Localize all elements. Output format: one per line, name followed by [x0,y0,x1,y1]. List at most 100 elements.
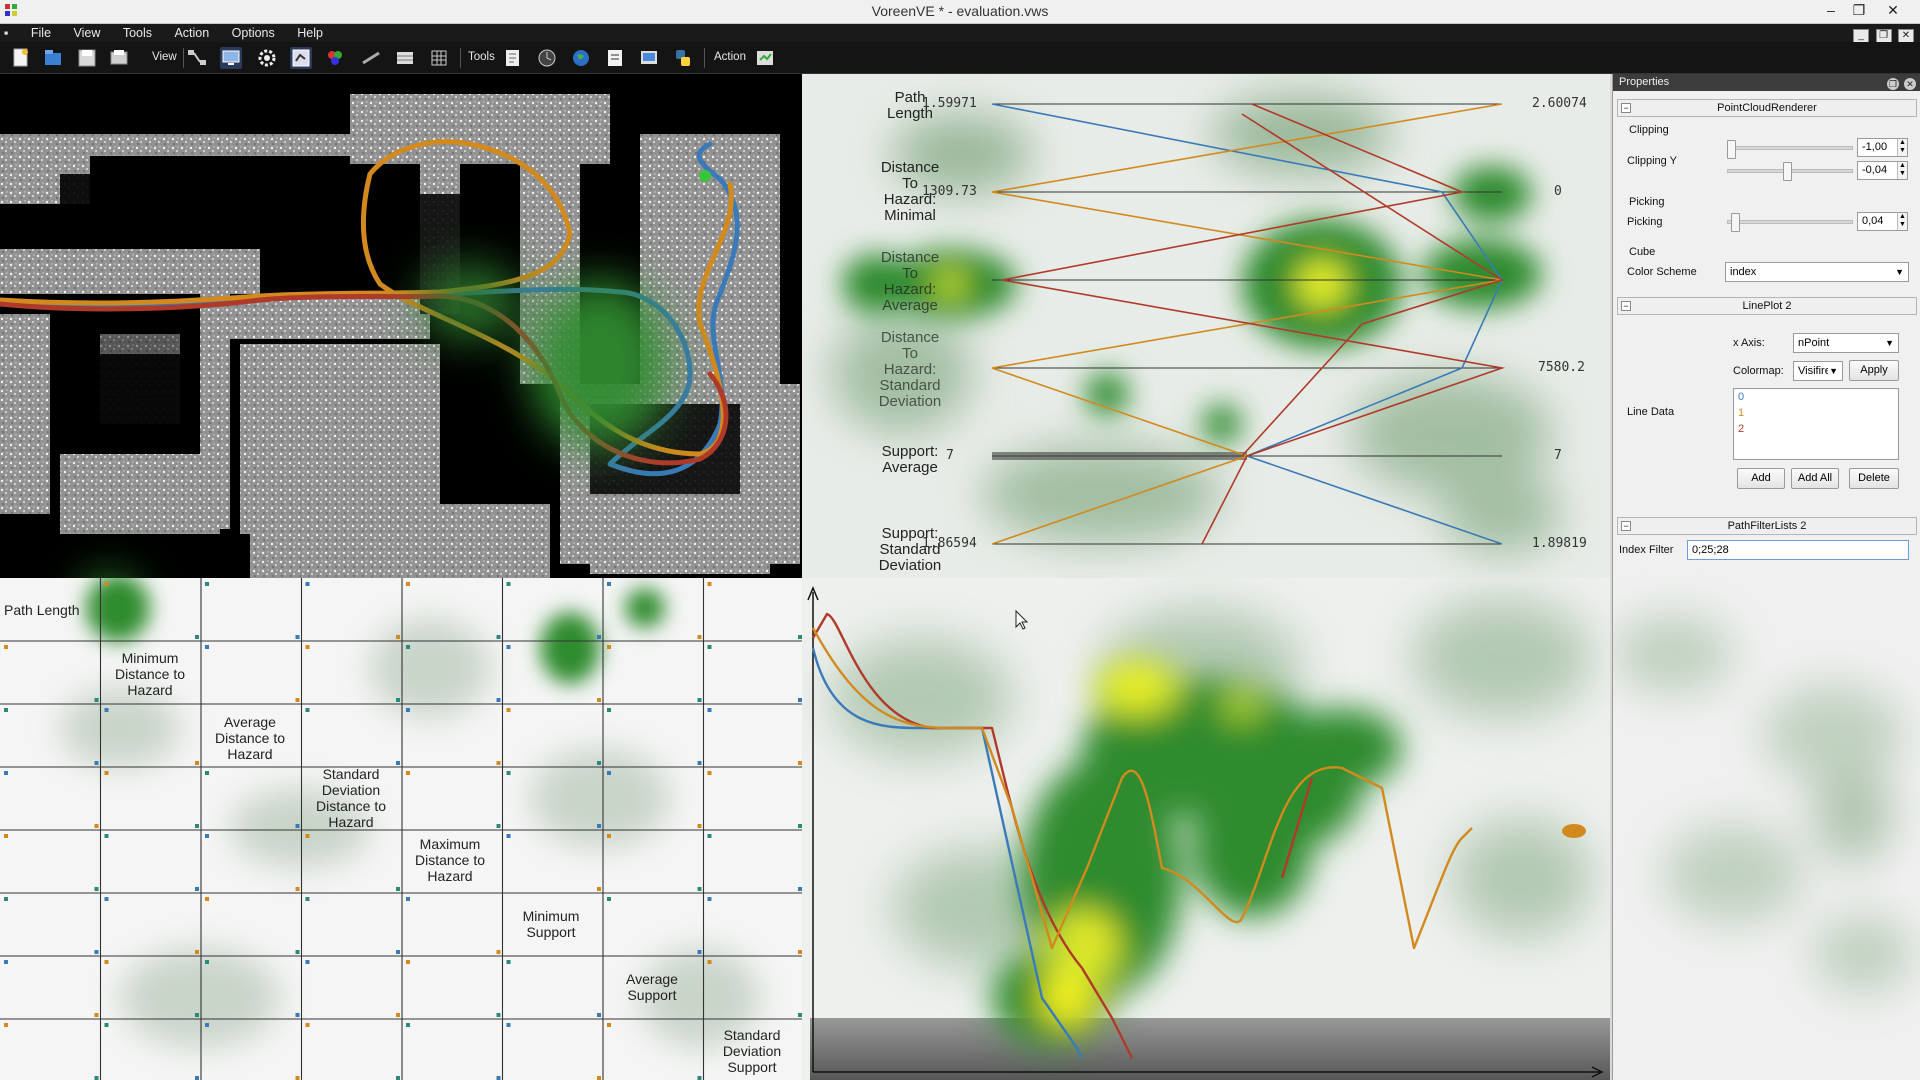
sm-point [295,887,300,891]
collapse-icon[interactable]: − [1621,103,1631,113]
new-workspace-icon[interactable] [10,47,32,69]
sm-label-min-support: Minimum Support [522,908,580,940]
sm-point [697,698,702,702]
pointcloud-view[interactable] [0,74,802,578]
line-data-label: Line Data [1627,406,1675,418]
pc-max-distance-stddev: 7580.2 [1538,360,1585,375]
sm-point [4,834,8,838]
sm-point [396,761,400,765]
collapse-icon[interactable]: − [1621,521,1631,531]
snapshot-icon[interactable] [604,47,626,69]
line-data-item[interactable]: 2 [1734,421,1898,437]
sm-point [607,834,611,838]
network-editor-icon[interactable] [186,47,208,69]
lineplot-section[interactable]: − LinePlot 2 [1617,297,1917,315]
sm-point [104,834,109,838]
picking-label: Picking [1627,216,1663,228]
properties-icon[interactable] [394,47,416,69]
remote-control-icon[interactable] [638,47,660,69]
lineplot-view[interactable] [802,578,1610,1080]
menu-help[interactable]: Help [288,24,332,42]
sm-point [396,635,400,639]
sm-point [707,708,712,712]
line-data-item[interactable]: 1 [1734,405,1898,421]
pc-min-distance-minimal: 1309.73 [922,184,977,199]
sm-point [205,897,209,901]
undock-icon[interactable]: ❐ [1886,78,1899,90]
canvas-icon[interactable] [220,47,242,69]
sm-point [506,582,511,586]
render-target-icon[interactable] [324,47,346,69]
sm-point [406,960,410,964]
grid-icon[interactable] [428,47,450,69]
globe-icon[interactable] [570,47,592,69]
clipping-y-max-spinbox[interactable]: -0,04 ▲ ▼ [1857,161,1908,180]
save-as-icon[interactable] [108,47,130,69]
sm-point [597,761,601,765]
sm-point [697,1076,702,1080]
sm-point [94,761,99,765]
colormap-select[interactable]: Visifire ▼ [1793,361,1843,381]
clipping-y-min-spinbox[interactable]: -1,00 ▲ ▼ [1857,138,1908,157]
processors-icon[interactable] [290,47,312,69]
close-panel-icon[interactable]: ✕ [1904,78,1916,90]
colormap-label: Colormap: [1733,365,1784,377]
open-workspace-icon[interactable] [42,47,64,69]
menu-options[interactable]: Options [223,24,284,42]
menu-app-icon[interactable]: ▪ [0,24,17,42]
scatterplot-matrix-view[interactable]: Path Length Minimum Distance to Hazard A… [0,578,802,1080]
python-icon[interactable] [672,47,694,69]
line-data-list[interactable]: 0 1 2 [1733,388,1899,460]
clipping-y-min-slider[interactable] [1727,146,1853,150]
index-filter-label: Index Filter [1619,544,1674,556]
index-filter-input[interactable]: 0;25;28 [1687,540,1909,560]
settings-icon[interactable] [256,47,278,69]
properties-header: Properties ❐ ✕ [1613,74,1920,91]
line-data-item[interactable]: 0 [1734,389,1898,405]
sm-point [496,950,501,954]
sm-point [506,834,511,838]
apply-button[interactable]: Apply [1849,360,1899,381]
parallel-coordinates-view[interactable]: Path Length Distance To Hazard: Minimal … [802,74,1610,578]
sm-point [396,1013,400,1017]
sm-point [597,698,601,702]
picking-thumb[interactable] [1731,213,1740,232]
pointcloudrenderer-section[interactable]: − PointCloudRenderer [1617,99,1917,117]
section-title: PointCloudRenderer [1717,102,1817,114]
sm-point [406,645,410,649]
script-icon[interactable] [502,47,524,69]
delete-button[interactable]: Delete [1849,468,1899,489]
clipping-y-max-thumb[interactable] [1783,162,1792,181]
picking-spinbox[interactable]: 0,04 ▲ ▼ [1857,212,1908,231]
add-button[interactable]: Add [1737,468,1785,489]
sm-point [607,771,611,775]
restore-button[interactable]: ❐ [1846,0,1872,22]
add-all-button[interactable]: Add All [1791,468,1839,489]
menu-tools[interactable]: Tools [114,24,161,42]
animation-icon[interactable] [536,47,558,69]
color-scheme-select[interactable]: index ▼ [1725,262,1909,282]
pathfilterlists-section[interactable]: − PathFilterLists 2 [1617,517,1917,535]
minimize-button[interactable]: – [1818,0,1844,22]
menu-view[interactable]: View [65,24,110,42]
mouse-cursor-icon [1015,609,1029,630]
picking-slider[interactable] [1727,220,1853,224]
menu-file[interactable]: File [22,24,60,42]
sm-point [4,1023,8,1027]
collapse-icon[interactable]: − [1621,301,1631,311]
pc-axis-distance-stddev: Distance To Hazard: Standard Deviation [878,329,942,410]
clipping-y-min-thumb[interactable] [1727,140,1736,159]
sm-point [496,824,501,828]
sm-point [707,960,712,964]
action-icon[interactable] [754,47,776,69]
sm-point [496,1076,501,1080]
menu-action[interactable]: Action [165,24,218,42]
sm-point [506,645,511,649]
volume-io-icon[interactable] [360,47,382,69]
x-axis-select[interactable]: nPoint ▼ [1793,333,1899,353]
save-workspace-icon[interactable] [76,47,98,69]
sm-point [305,960,310,964]
chevron-down-icon: ▼ [1829,366,1838,376]
pc-brush[interactable] [992,452,1247,460]
close-button[interactable]: ✕ [1880,0,1906,22]
